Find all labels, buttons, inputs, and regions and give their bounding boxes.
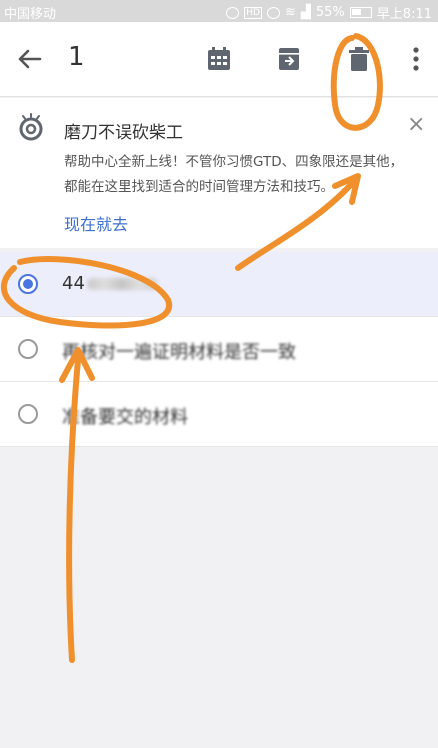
status-bar: 中国移动 HD ≋ ▟ 55% 早上8:11 xyxy=(0,0,438,22)
carrier-label: 中国移动 xyxy=(4,7,57,22)
go-now-link[interactable]: 现在就去 xyxy=(64,211,128,235)
battery-icon xyxy=(349,7,372,18)
task-item[interactable]: 44 xyxy=(0,252,438,317)
back-arrow-icon[interactable] xyxy=(14,44,44,74)
alarm-icon xyxy=(226,6,240,19)
page-title: 1 xyxy=(68,42,85,72)
hd-badge: HD xyxy=(244,6,262,19)
signal-icon: ▟ xyxy=(300,5,311,20)
task-title: 再核对一遍证明材料是否一致 xyxy=(62,342,296,363)
more-vert-icon[interactable] xyxy=(404,44,428,74)
app-toolbar: 1 xyxy=(0,22,438,97)
calendar-icon[interactable] xyxy=(205,45,233,73)
trash-icon[interactable] xyxy=(345,45,373,73)
clock: 早上8:11 xyxy=(376,7,432,22)
task-radio[interactable] xyxy=(18,404,38,424)
task-item[interactable]: 再核对一遍证明材料是否一致 xyxy=(0,317,438,382)
banner-description: 帮助中心全新上线！不管你习惯GTD、四象限还是其他，都能在这里找到适合的时间管理… xyxy=(64,154,404,195)
eye-icon xyxy=(266,6,280,19)
help-center-banner: 磨刀不误砍柴工 × 帮助中心全新上线！不管你习惯GTD、四象限还是其他，都能在这… xyxy=(0,98,438,248)
banner-title: 磨刀不误砍柴工 xyxy=(64,123,183,143)
task-list: 44 再核对一遍证明材料是否一致 准备要交的材料 xyxy=(0,252,438,447)
archive-icon[interactable] xyxy=(275,45,303,73)
battery-percent: 55% xyxy=(315,5,345,20)
status-icons: HD ≋ ▟ 55% 早上8:11 xyxy=(226,3,432,22)
task-title: 44 xyxy=(62,273,157,294)
task-item[interactable]: 准备要交的材料 xyxy=(0,382,438,447)
task-radio-checked[interactable] xyxy=(18,274,38,294)
wifi-icon: ≋ xyxy=(284,5,296,20)
task-title: 准备要交的材料 xyxy=(62,407,188,428)
close-icon[interactable]: × xyxy=(407,114,425,136)
task-radio[interactable] xyxy=(18,339,38,359)
lifebuoy-icon xyxy=(19,113,43,141)
